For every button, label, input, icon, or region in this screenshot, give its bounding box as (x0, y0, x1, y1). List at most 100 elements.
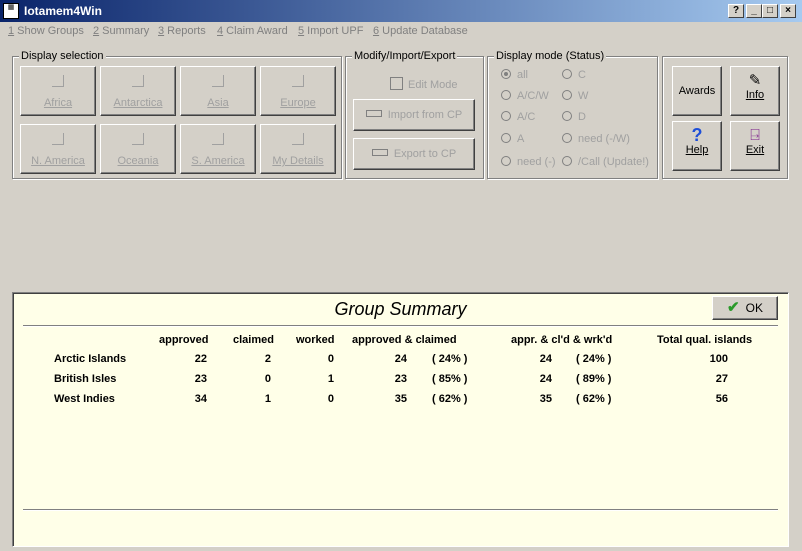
row-claimed: 0 (264, 373, 271, 385)
row-approved-claimed: 23 (394, 373, 407, 385)
display-mode-legend: Display mode (Status) (494, 50, 607, 62)
region-icon (132, 75, 144, 87)
row-group-name: West Indies (54, 393, 115, 405)
radio-d[interactable]: D (562, 111, 586, 123)
radio-icon (562, 156, 572, 166)
minimize-button[interactable]: _ (746, 4, 762, 18)
modify-import-export-group: Modify/Import/Export Edit Mode Import fr… (345, 50, 484, 179)
radio-need-w[interactable]: need (-/W) (562, 133, 630, 145)
radio-all[interactable]: all (501, 69, 528, 81)
summary-top-divider (23, 325, 778, 327)
window-title: Iotamem4Win (24, 4, 102, 18)
s-america-button[interactable]: S. America (180, 124, 256, 174)
region-icon (212, 75, 224, 87)
row-approved-claimed-pct: ( 85% ) (432, 373, 468, 385)
radio-icon (501, 111, 511, 121)
checkbox-icon (390, 77, 403, 90)
antarctica-button[interactable]: Antarctica (100, 66, 176, 116)
menu-summary[interactable]: 2 Summary (93, 25, 149, 37)
radio-icon (562, 111, 572, 121)
menu-import-upf[interactable]: 5 Import UPF (298, 25, 363, 37)
my-details-button[interactable]: My Details (260, 124, 336, 174)
maximize-button[interactable]: □ (762, 4, 778, 18)
asia-button[interactable]: Asia (180, 66, 256, 116)
display-mode-group: Display mode (Status) all A/C/W A/C A ne… (487, 50, 658, 179)
info-button[interactable]: ✎ Info (730, 66, 780, 116)
menu-update-database[interactable]: 6 Update Database (373, 25, 468, 37)
awards-button[interactable]: Awards (672, 66, 722, 116)
row-appr-cld-wrkd: 24 (539, 373, 552, 385)
import-from-cp-button[interactable]: Import from CP (353, 99, 475, 131)
help-button[interactable]: ? Help (672, 121, 722, 171)
row-worked: 1 (327, 373, 334, 385)
ok-button[interactable]: ✔ OK (712, 296, 778, 320)
row-appr-cld-wrkd-pct: ( 24% ) (576, 353, 612, 365)
europe-button[interactable]: Europe (260, 66, 336, 116)
row-total: 27 (715, 373, 728, 385)
details-icon (292, 133, 304, 145)
edit-mode-checkbox[interactable]: Edit Mode (390, 77, 458, 91)
display-selection-legend: Display selection (19, 50, 106, 62)
row-approved: 23 (194, 373, 207, 385)
row-appr-cld-wrkd: 35 (539, 393, 552, 405)
menu-show-groups[interactable]: 1 Show Groups (8, 25, 84, 37)
header-total-qual-islands: Total qual. islands (657, 334, 753, 346)
header-approved: approved (159, 334, 209, 346)
row-appr-cld-wrkd-pct: ( 89% ) (576, 373, 612, 385)
n-america-button[interactable]: N. America (20, 124, 96, 174)
radio-w[interactable]: W (562, 90, 588, 102)
display-selection-group: Display selection Africa Antarctica Asia… (12, 50, 342, 179)
row-approved: 22 (194, 353, 207, 365)
row-worked: 0 (327, 353, 334, 365)
row-total: 56 (715, 393, 728, 405)
menu-claim-award[interactable]: 4 Claim Award (217, 25, 288, 37)
row-total: 100 (709, 353, 728, 365)
header-claimed: claimed (233, 334, 274, 346)
region-icon (52, 133, 64, 145)
close-button[interactable]: × (780, 4, 796, 18)
row-group-name: Arctic Islands (54, 353, 127, 365)
radio-selected-icon (501, 69, 511, 79)
menu-bar: 1 Show Groups 2 Summary 3 Reports 4 Clai… (0, 22, 802, 42)
row-approved-claimed: 35 (394, 393, 407, 405)
exit-door-icon: ⍈ (750, 127, 760, 144)
africa-button[interactable]: Africa (20, 66, 96, 116)
menu-reports[interactable]: 3 Reports (158, 25, 206, 37)
radio-icon (501, 90, 511, 100)
summary-bottom-divider (23, 509, 778, 511)
radio-icon (501, 133, 511, 143)
radio-a[interactable]: A (501, 133, 524, 145)
exit-button[interactable]: ⍈ Exit (730, 121, 780, 171)
tools-group: Awards ✎ Info ? Help ⍈ Exit (662, 56, 788, 179)
summary-title: Group Summary (334, 299, 467, 319)
radio-icon (501, 156, 511, 166)
radio-acw[interactable]: A/C/W (501, 90, 549, 102)
row-approved-claimed-pct: ( 62% ) (432, 393, 468, 405)
header-worked: worked (296, 334, 335, 346)
radio-call-update[interactable]: /Call (Update!) (562, 156, 649, 168)
app-icon[interactable]: ▦ (3, 3, 19, 19)
row-appr-cld-wrkd-pct: ( 62% ) (576, 393, 612, 405)
export-to-cp-button[interactable]: Export to CP (353, 138, 475, 170)
radio-c[interactable]: C (562, 69, 586, 81)
oceania-button[interactable]: Oceania (100, 124, 176, 174)
region-icon (52, 75, 64, 87)
help-title-button[interactable]: ? (728, 4, 744, 18)
title-bar[interactable]: ▦ Iotamem4Win ? _ □ × (0, 0, 802, 22)
modify-legend: Modify/Import/Export (352, 50, 458, 62)
row-group-name: British Isles (54, 373, 117, 385)
radio-icon (562, 69, 572, 79)
row-approved-claimed: 24 (394, 353, 407, 365)
row-claimed: 1 (264, 393, 271, 405)
cp-icon (371, 149, 388, 156)
header-appr-cld-wrkd: appr. & cl'd & wrk'd (511, 334, 613, 346)
radio-ac[interactable]: A/C (501, 111, 535, 123)
check-icon: ✔ (727, 299, 740, 316)
info-icon: ✎ (748, 72, 762, 89)
region-icon (292, 75, 304, 87)
radio-icon (562, 133, 572, 143)
radio-need[interactable]: need (-) (501, 156, 556, 168)
region-icon (212, 133, 224, 145)
region-icon (132, 133, 144, 145)
row-appr-cld-wrkd: 24 (539, 353, 552, 365)
